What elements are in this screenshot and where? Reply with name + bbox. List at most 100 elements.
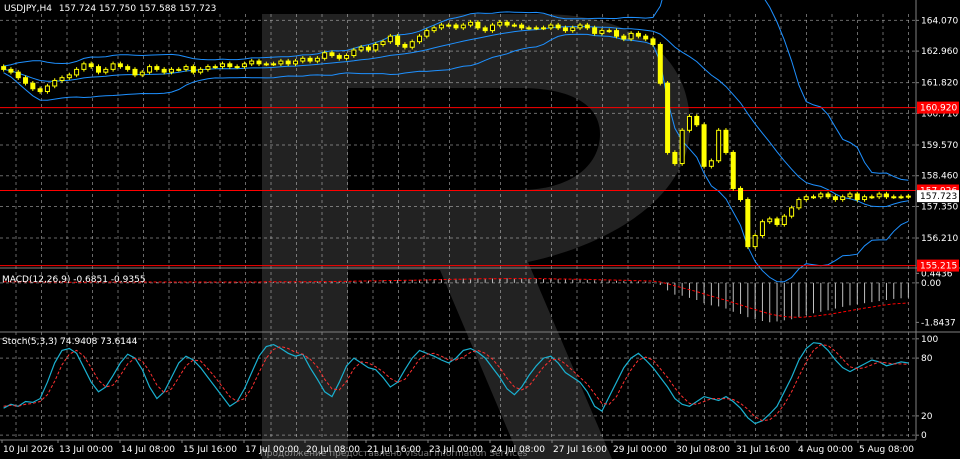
candle-body: [723, 129, 729, 153]
candle-body: [876, 193, 882, 198]
candle-body: [314, 57, 320, 62]
candle-body: [898, 196, 904, 199]
candle-body: [577, 24, 583, 29]
candle-body: [380, 41, 386, 45]
candle-body: [307, 57, 313, 62]
time-tick-label: 27 Jul 16:00: [553, 445, 607, 455]
candle-body: [74, 68, 80, 76]
candle-body: [511, 24, 517, 27]
candle-body: [438, 24, 444, 29]
time-tick-label: 31 Jul 16:00: [736, 445, 790, 455]
candle-body: [81, 63, 87, 70]
candle-body: [336, 55, 342, 59]
stoch-label: Stoch(5,3,3) 74.9408 73.6144: [2, 337, 138, 347]
candle-body: [606, 30, 612, 33]
candle-body: [30, 82, 36, 90]
candle-body: [395, 35, 401, 45]
candle-body: [570, 27, 576, 32]
candle-body: [475, 21, 481, 29]
candle-body: [117, 63, 123, 68]
time-tick-label: 5 Aug 08:00: [859, 445, 914, 455]
candle-body: [344, 55, 350, 59]
candle-body: [584, 24, 590, 29]
candle-body: [23, 77, 29, 84]
candle-body: [212, 66, 218, 69]
candle-body: [1, 66, 7, 70]
candle-body: [628, 32, 634, 40]
candle-body: [125, 66, 131, 70]
candle-body: [825, 193, 831, 198]
candle-body: [358, 46, 364, 51]
candle-body: [329, 52, 335, 57]
stoch-tick-label: 20: [921, 412, 933, 422]
candle-body: [796, 199, 802, 209]
candle-body: [66, 74, 72, 79]
candle-body: [220, 63, 226, 68]
candle-body: [810, 196, 817, 199]
candle-body: [555, 24, 561, 29]
candle-body: [147, 66, 153, 73]
price-tick-label: 164.070: [921, 16, 958, 26]
candle-body: [541, 27, 547, 30]
candle-body: [460, 24, 466, 29]
candle-body: [227, 63, 233, 68]
candle-body: [15, 71, 21, 79]
candle-body: [263, 63, 269, 66]
candle-body: [599, 30, 605, 34]
trading-chart[interactable]: 164.070162.960161.820160.710159.570158.4…: [0, 0, 960, 459]
candle-body: [767, 218, 773, 223]
candle-body: [862, 196, 868, 201]
stoch-tick-label: 80: [921, 354, 933, 364]
level-price-label: 160.920: [920, 104, 957, 114]
candle-body: [154, 66, 160, 70]
chart-symbol-header: USDJPY,H4 157.724 157.750 157.588 157.72…: [4, 4, 216, 14]
candle-body: [482, 27, 488, 32]
level-price-label: 155.215: [920, 262, 957, 272]
candle-body: [905, 195, 911, 198]
candle-body: [37, 88, 43, 93]
macd-label: MACD(12,26,9) -0.6851 -0.9355: [2, 275, 146, 285]
candle-body: [417, 35, 423, 43]
candle-body: [665, 82, 671, 153]
candle-body: [402, 43, 408, 48]
candle-body: [803, 196, 809, 201]
candle-body: [409, 41, 415, 48]
time-tick-label: 30 Jul 08:00: [676, 445, 730, 455]
candle-body: [161, 68, 167, 73]
candle-body: [497, 21, 503, 26]
candle-body: [468, 21, 474, 26]
candle-body: [183, 66, 189, 70]
candle-body: [883, 193, 889, 198]
candle-body: [205, 66, 211, 70]
price-tick-label: 158.460: [921, 172, 958, 182]
candle-body: [526, 27, 532, 30]
candle-body: [635, 32, 641, 37]
stoch-tick-label: 100: [921, 335, 938, 345]
candle-body: [387, 35, 393, 43]
ohlc-values: 157.724 157.750 157.588 157.723: [59, 4, 216, 14]
candle-body: [424, 30, 430, 37]
candle-body: [322, 52, 328, 59]
price-tick-label: 159.570: [921, 141, 958, 151]
candle-body: [854, 193, 860, 201]
candle-body: [95, 66, 102, 73]
candle-body: [548, 24, 554, 29]
candle-body: [592, 27, 598, 34]
price-tick-label: 161.820: [921, 79, 958, 89]
candle-body: [88, 63, 94, 68]
candle-body: [832, 196, 838, 201]
candle-body: [869, 196, 875, 199]
candle-body: [139, 71, 145, 76]
candle-body: [249, 60, 255, 65]
candle-body: [431, 27, 437, 32]
candle-body: [891, 196, 897, 199]
candle-body: [730, 151, 736, 189]
candle-body: [52, 79, 58, 87]
candle-body: [686, 115, 692, 131]
candle-body: [446, 24, 452, 27]
candle-body: [8, 68, 14, 73]
candle-body: [198, 68, 204, 73]
candle-body: [190, 66, 196, 73]
candle-body: [110, 63, 116, 70]
candle-body: [789, 207, 795, 217]
